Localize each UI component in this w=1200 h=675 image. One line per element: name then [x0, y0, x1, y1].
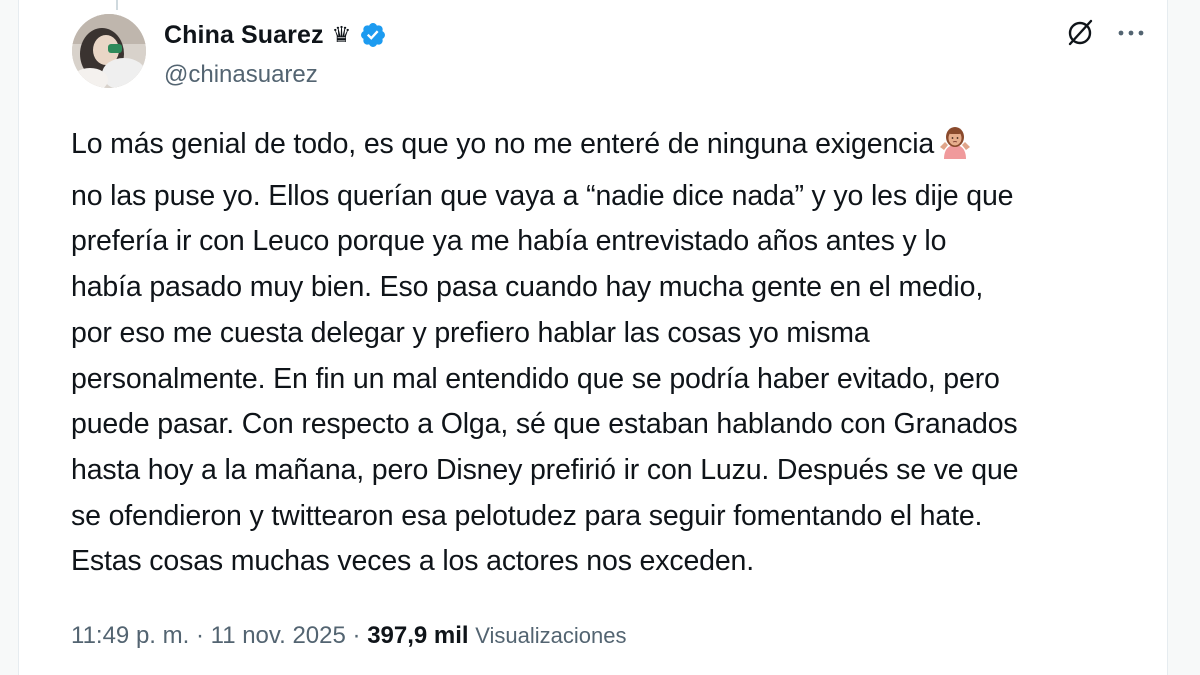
tweet-line: por eso me cuesta delegar y prefiero hab… [71, 316, 870, 349]
meta-separator: · [189, 622, 211, 649]
woman-shrugging-emoji-icon [938, 125, 972, 174]
tweet-line: prefería ir con Leuco porque ya me había… [71, 225, 947, 258]
verified-badge-icon [361, 23, 386, 47]
tweet-line: no las puse yo. Ellos querían que vaya a… [71, 179, 1014, 212]
views-label[interactable]: Visualizaciones [475, 623, 626, 649]
crown-icon: ♛ [331, 22, 352, 47]
tweet-line: puede pasar. Con respecto a Olga, sé que… [71, 408, 1018, 441]
tweet-time[interactable]: 11:49 p. m. [71, 622, 189, 650]
grok-icon[interactable] [1065, 18, 1095, 48]
display-name[interactable]: China Suarez [164, 21, 324, 50]
tweet-line: personalmente. En fin un mal entendido q… [71, 362, 1000, 395]
thread-connector-line [116, 0, 118, 10]
tweet-line: Estas cosas muchas veces a los actores n… [71, 545, 755, 578]
views-count[interactable]: 397,9 mil [367, 622, 468, 650]
profile-photo-icon [72, 14, 146, 88]
tweet-card: China Suarez ♛ @chinasuarez Lo más genia… [18, 0, 1168, 675]
more-options-icon[interactable] [1117, 28, 1145, 38]
author-handle[interactable]: @chinasuarez [164, 61, 318, 89]
tweet-metadata: 11:49 p. m. · 11 nov. 2025 · 397,9 mil V… [71, 622, 627, 650]
tweet-date[interactable]: 11 nov. 2025 [211, 622, 346, 650]
tweet-line: hasta hoy a la mañana, pero Disney prefi… [71, 453, 1019, 486]
tweet-text: Lo más genial de todo, es que yo no me e… [71, 122, 1171, 585]
meta-separator: · [345, 622, 368, 649]
avatar[interactable] [72, 14, 146, 88]
author-name-row: China Suarez ♛ [164, 18, 387, 52]
tweet-line: Lo más genial de todo, es que yo no me e… [71, 128, 935, 160]
tweet-top-actions [1065, 18, 1145, 48]
tweet-line: se ofendieron y twittearon esa pelotudez… [71, 499, 983, 532]
tweet-line: había pasado muy bien. Eso pasa cuando h… [71, 271, 984, 304]
